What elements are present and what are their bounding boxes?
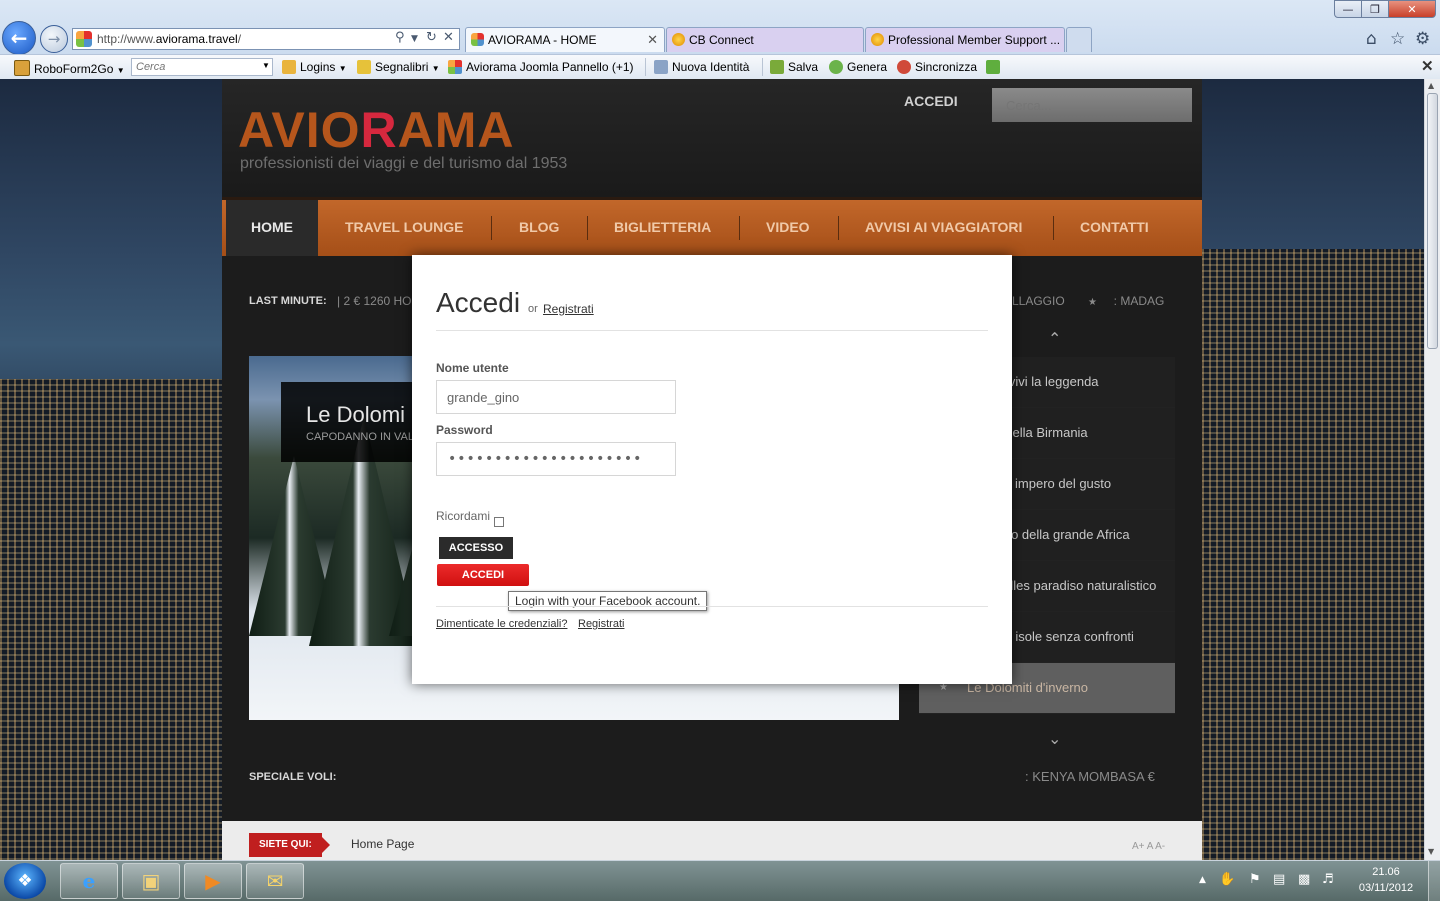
favorites-separator: [762, 58, 763, 76]
save-icon: [770, 60, 784, 74]
username-input[interactable]: [437, 381, 675, 413]
refresh-icon[interactable]: ↻: [426, 30, 437, 45]
internet-explorer-icon: e: [82, 869, 96, 893]
modal-divider: [436, 606, 988, 607]
modal-divider: [436, 330, 988, 331]
scrollbar-thumb[interactable]: [1427, 93, 1438, 349]
forward-button[interactable]: →: [40, 25, 68, 53]
arrow-right-icon: →: [47, 30, 61, 48]
segnalibri-button[interactable]: Segnalibri ▼: [357, 60, 440, 74]
tab-label: AVIORAMA - HOME: [488, 33, 597, 47]
username-field[interactable]: [436, 380, 676, 414]
favorites-separator: [645, 58, 646, 76]
roboform-search[interactable]: ▼: [131, 58, 273, 76]
salva-button[interactable]: Salva: [770, 60, 818, 74]
hand-icon[interactable]: ✋: [1219, 872, 1235, 887]
id-card-icon: [654, 60, 668, 74]
password-input[interactable]: •••••••••••••••••••••: [448, 451, 642, 467]
tab-label: Professional Member Support ...: [888, 33, 1061, 47]
joomla-favicon-icon: [448, 60, 462, 74]
roboform-search-input[interactable]: [132, 59, 258, 75]
start-button[interactable]: ❖: [4, 863, 46, 899]
gear-icon[interactable]: ⚙: [1415, 29, 1430, 49]
sincronizza-button[interactable]: Sincronizza: [897, 60, 977, 74]
remember-me-checkbox[interactable]: [494, 517, 504, 527]
forgot-credentials-link[interactable]: Dimenticate le credenziali?: [436, 618, 567, 630]
show-hidden-icons-icon[interactable]: ▲: [1199, 875, 1206, 885]
cb-favicon-icon: [672, 33, 685, 46]
joomla-favicon-icon: [471, 33, 484, 46]
mail-icon: ✉: [266, 869, 284, 893]
home-icon: [986, 60, 1000, 74]
media-player-icon: ▶: [205, 869, 221, 893]
taskbar: ❖ e ▣ ▶ ✉ ▲ ✋ ⚑ ▤ ▩ ♬ 21.06 03/11/2012: [0, 860, 1440, 901]
modal-title: Accedi: [436, 287, 521, 318]
register-link-top[interactable]: Registrati: [543, 302, 594, 316]
dropdown-arrow-icon[interactable]: ▼: [262, 61, 270, 70]
maximize-button[interactable]: ❐: [1361, 0, 1389, 18]
taskbar-mail-button[interactable]: ✉: [246, 863, 304, 899]
page-viewport: AVIORAMA professionisti dei viaggi e del…: [0, 79, 1424, 860]
address-bar[interactable]: http://www.aviorama.travel/ ⚲ ▼ ↻ ✕: [72, 28, 460, 50]
flag-icon[interactable]: ⚑: [1249, 872, 1261, 887]
show-desktop-button[interactable]: [1428, 861, 1440, 901]
clock-time[interactable]: 21.06: [1364, 866, 1408, 878]
network-icon[interactable]: ▩: [1298, 872, 1310, 887]
register-link-bottom[interactable]: Registrati: [578, 618, 624, 630]
address-url[interactable]: http://www.aviorama.travel/: [97, 32, 241, 46]
scroll-up-icon[interactable]: ▲: [1428, 81, 1434, 90]
tab-cb-connect[interactable]: CB Connect: [666, 27, 864, 52]
volume-muted-icon[interactable]: ♬: [1322, 872, 1334, 887]
taskbar-ie-button[interactable]: e: [60, 863, 118, 899]
home-icon[interactable]: ⌂: [1366, 29, 1377, 49]
joomla-favicon-icon: [76, 31, 92, 47]
device-icon[interactable]: ▤: [1273, 872, 1285, 887]
folder-icon: ▣: [141, 869, 161, 893]
tab-label: CB Connect: [689, 33, 754, 47]
taskbar-explorer-button[interactable]: ▣: [122, 863, 180, 899]
key-icon: [282, 60, 296, 74]
password-field[interactable]: •••••••••••••••••••••: [436, 442, 676, 476]
sync-icon: [897, 60, 911, 74]
logins-button[interactable]: Logins ▼: [282, 60, 347, 74]
modal-or-text: or: [528, 303, 538, 315]
roboform-button[interactable]: RoboForm2Go ▼: [14, 60, 125, 76]
genera-button[interactable]: Genera: [829, 60, 887, 74]
arrow-left-icon: ←: [10, 26, 28, 50]
scroll-down-icon[interactable]: ▼: [1428, 847, 1434, 856]
clock-date[interactable]: 03/11/2012: [1354, 882, 1418, 894]
page-scrollbar[interactable]: ▲ ▼: [1424, 79, 1440, 860]
roboform-icon: [14, 60, 30, 76]
dropdown-arrow-icon[interactable]: ▼: [411, 34, 418, 44]
favorites-star-icon[interactable]: ☆: [1390, 29, 1405, 49]
windows-logo-icon: ❖: [17, 871, 33, 891]
back-button[interactable]: ←: [2, 21, 36, 55]
username-label: Nome utente: [436, 361, 509, 375]
facebook-login-button[interactable]: ACCEDI: [437, 564, 529, 586]
nuova-identita-button[interactable]: Nuova Identità: [654, 60, 749, 74]
facebook-login-tooltip: Login with your Facebook account.: [508, 591, 708, 611]
home-favorite-button[interactable]: [986, 60, 1004, 74]
favorites-bar: RoboForm2Go ▼ ▼ Logins ▼ Segnalibri ▼ Av…: [0, 54, 1440, 79]
tab-close-icon[interactable]: ✕: [647, 32, 658, 48]
new-tab-button[interactable]: [1066, 27, 1092, 52]
taskbar-media-button[interactable]: ▶: [184, 863, 242, 899]
stop-icon[interactable]: ✕: [443, 30, 454, 45]
close-window-button[interactable]: ✕: [1388, 0, 1436, 18]
remember-me-label: Ricordami: [436, 509, 491, 523]
favorite-joomla-panel[interactable]: Aviorama Joomla Pannello (+1): [448, 60, 634, 74]
tab-professional-member-support[interactable]: Professional Member Support ...: [865, 27, 1065, 52]
generate-icon: [829, 60, 843, 74]
search-icon[interactable]: ⚲: [395, 30, 405, 45]
minimize-button[interactable]: —: [1334, 0, 1362, 18]
password-label: Password: [436, 423, 493, 437]
login-modal: Accedi or Registrati Nome utente Passwor…: [412, 255, 1012, 684]
close-toolbar-icon[interactable]: ✕: [1421, 57, 1434, 75]
cb-favicon-icon: [871, 33, 884, 46]
bookmark-star-icon: [357, 60, 371, 74]
login-submit-button[interactable]: ACCESSO: [439, 537, 513, 559]
tab-aviorama-home[interactable]: AVIORAMA - HOME ✕: [465, 27, 665, 52]
browser-chrome: — ❐ ✕ ← → http://www.aviorama.travel/ ⚲ …: [0, 0, 1440, 79]
